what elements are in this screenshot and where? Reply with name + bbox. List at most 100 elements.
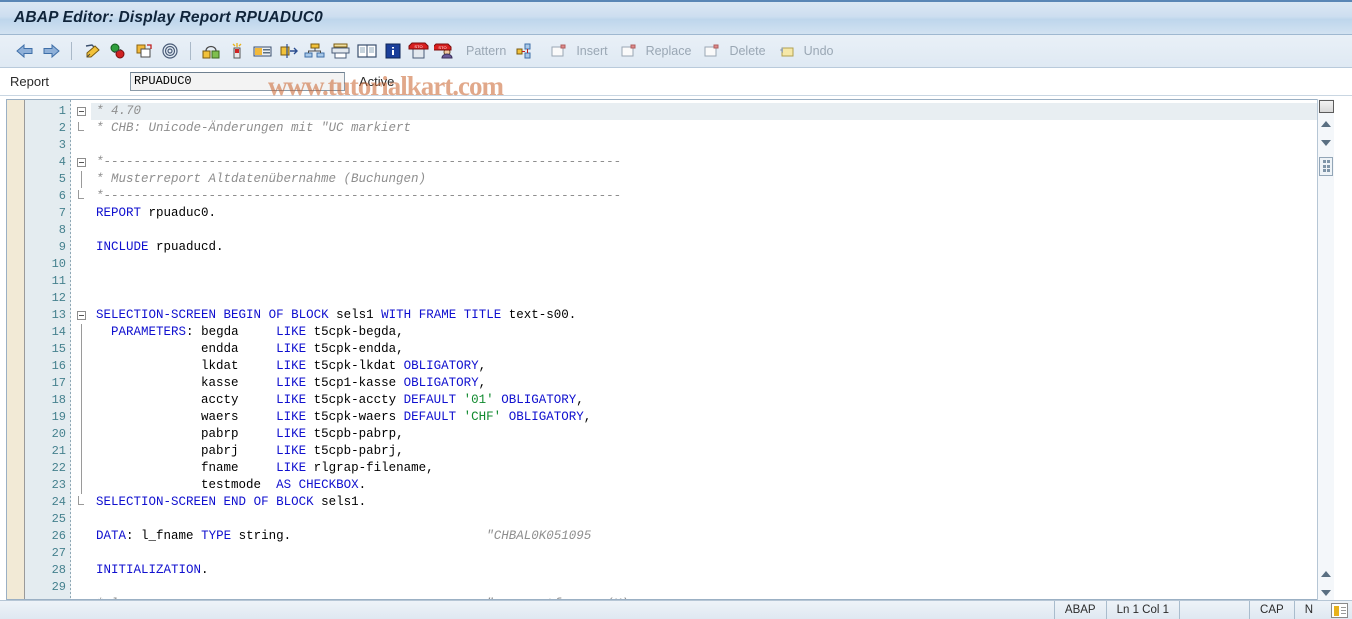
window-title: ABAP Editor: Display Report RPUADUC0 [14, 9, 323, 27]
undo-icon [774, 38, 800, 64]
code-line[interactable] [91, 511, 1317, 528]
code-text-area[interactable]: * 4.70 * CHB: Unicode-Änderungen mit "UC … [91, 99, 1317, 600]
scroll-down-arrow[interactable] [1319, 136, 1334, 151]
line-number: 22 [51, 460, 66, 475]
code-line[interactable]: PARAMETERS: begda LIKE t5cpk-begda, [91, 324, 1317, 341]
code-line[interactable]: * Musterreport Altdatenübernahme (Buchun… [91, 171, 1317, 188]
code-line[interactable]: * 4.70 [91, 102, 1317, 120]
pattern-icon[interactable] [512, 38, 538, 64]
main-toolbar: STO STO Pattern Insert Replace Delete Un… [0, 35, 1352, 101]
back-arrow-icon[interactable] [12, 38, 38, 64]
line-number: 5 [58, 171, 66, 186]
code-line[interactable]: testmode AS CHECKBOX. [91, 477, 1317, 494]
line-number: 3 [58, 137, 66, 152]
line-number: 8 [58, 222, 66, 237]
execute-direct-icon[interactable] [276, 38, 302, 64]
editor-margin-strip [7, 99, 25, 600]
code-line[interactable]: REPORT rpuaduc0. [91, 205, 1317, 222]
code-line[interactable]: kasse LIKE t5cp1-kasse OBLIGATORY, [91, 375, 1317, 392]
delete-button[interactable]: Delete [699, 38, 766, 64]
code-line[interactable]: DATA: l_fname TYPE string. "CHBAL0K05109… [91, 528, 1317, 545]
line-number: 21 [51, 443, 66, 458]
code-line[interactable]: INCLUDE rpuaducd. [91, 239, 1317, 256]
scrollbar-thumb[interactable] [1318, 99, 1334, 113]
fold-marker[interactable] [71, 103, 91, 120]
display-change-pencil-icon[interactable] [79, 38, 105, 64]
svg-text:STO: STO [438, 45, 446, 50]
activate-icon[interactable] [131, 38, 157, 64]
code-line[interactable]: *---------------------------------------… [91, 154, 1317, 171]
information-icon[interactable] [380, 38, 406, 64]
svg-text:STO: STO [414, 44, 422, 49]
code-line[interactable]: * leave program " <-- entfernen (K) [91, 596, 1317, 599]
line-number: 26 [51, 528, 66, 543]
undo-button[interactable]: Undo [774, 38, 833, 64]
new-object-icon[interactable] [224, 38, 250, 64]
code-line[interactable]: pabrj LIKE t5cpb-pabrj, [91, 443, 1317, 460]
code-line[interactable] [91, 222, 1317, 239]
status-spacer-cell [1179, 600, 1249, 619]
source-editor[interactable]: 1 2 3 4 5 6 7 8 9 10 11 12 13 14 15 16 17 18 19 20 21 22 23 24 2… [6, 98, 1317, 601]
code-line[interactable]: accty LIKE t5cpk-accty DEFAULT '01' OBLI… [91, 392, 1317, 409]
where-used-list-icon[interactable] [157, 38, 183, 64]
line-number: 29 [51, 579, 66, 594]
scroll-page-down-arrow[interactable] [1319, 585, 1334, 600]
pattern-button[interactable]: Pattern [466, 44, 506, 58]
vertical-scrollbar[interactable] [1317, 98, 1334, 601]
code-line[interactable]: * CHB: Unicode-Änderungen mit "UC markie… [91, 120, 1317, 137]
code-line[interactable]: SELECTION-SCREEN BEGIN OF BLOCK sels1 WI… [91, 307, 1317, 324]
scroll-page-up-arrow[interactable] [1319, 566, 1334, 581]
line-number: 1 [58, 103, 66, 118]
insert-icon [546, 38, 572, 64]
report-name-input[interactable] [130, 71, 345, 91]
split-view-handle[interactable] [1319, 156, 1333, 176]
code-line[interactable]: fname LIKE rlgrap-filename, [91, 460, 1317, 477]
fold-marker [71, 391, 91, 409]
debugger-icon[interactable] [250, 38, 276, 64]
code-line[interactable]: INITIALIZATION. [91, 562, 1317, 579]
print-preview-icon[interactable] [328, 38, 354, 64]
code-line[interactable] [91, 273, 1317, 290]
code-line[interactable] [91, 579, 1317, 596]
insert-button-label: Insert [576, 44, 608, 59]
scroll-up-arrow[interactable] [1319, 117, 1334, 132]
hierarchy-icon[interactable] [302, 38, 328, 64]
code-line[interactable]: endda LIKE t5cpk-endda, [91, 341, 1317, 358]
insert-mode-icon[interactable] [1331, 602, 1348, 618]
replace-button[interactable]: Replace [616, 38, 691, 64]
fold-marker [71, 357, 91, 375]
stop-user-icon[interactable]: STO [432, 38, 458, 64]
code-line[interactable] [91, 290, 1317, 307]
code-line[interactable]: SELECTION-SCREEN END OF BLOCK sels1. [91, 494, 1317, 511]
code-line[interactable] [91, 256, 1317, 273]
toolbar-separator [71, 42, 72, 61]
object-navigator-icon[interactable] [198, 38, 224, 64]
documentation-icon[interactable] [354, 38, 380, 64]
fold-marker [71, 340, 91, 358]
window-titlebar: ABAP Editor: Display Report RPUADUC0 [0, 0, 1352, 36]
check-syntax-icon[interactable] [105, 38, 131, 64]
fold-marker [71, 476, 91, 494]
code-line[interactable]: *---------------------------------------… [91, 188, 1317, 205]
line-number: 23 [51, 477, 66, 492]
fold-marker [71, 442, 91, 460]
line-number: 11 [51, 273, 66, 288]
code-line[interactable] [91, 137, 1317, 154]
insert-button[interactable]: Insert [546, 38, 608, 64]
code-folding-column[interactable] [71, 99, 91, 600]
code-line[interactable]: pabrp LIKE t5cpb-pabrp, [91, 426, 1317, 443]
code-line[interactable]: waers LIKE t5cpk-waers DEFAULT 'CHF' OBL… [91, 409, 1317, 426]
line-number: 24 [51, 494, 66, 509]
code-line[interactable]: lkdat LIKE t5cpk-lkdat OBLIGATORY, [91, 358, 1317, 375]
fold-marker[interactable] [71, 307, 91, 324]
stop-delete-icon[interactable]: STO [406, 38, 432, 64]
fold-marker[interactable] [71, 154, 91, 171]
line-number: 12 [51, 290, 66, 305]
code-line[interactable] [91, 545, 1317, 562]
forward-arrow-icon[interactable] [38, 38, 64, 64]
